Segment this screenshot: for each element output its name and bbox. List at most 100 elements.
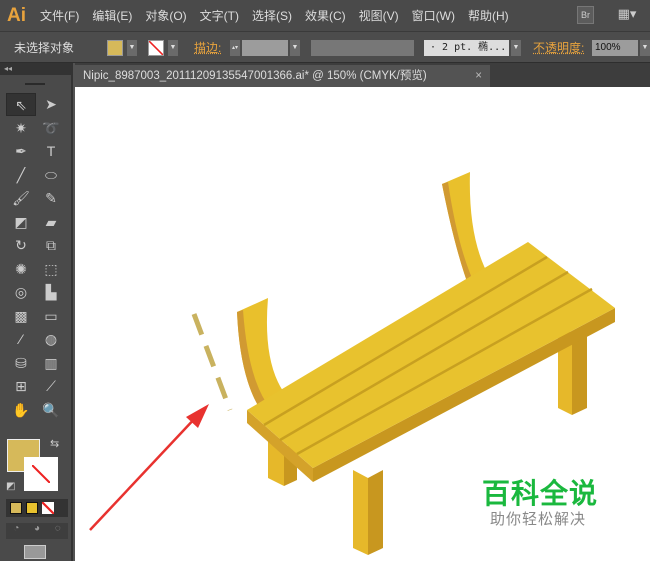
swap-colors-icon[interactable]: ⇆ bbox=[50, 437, 59, 450]
panel-grip[interactable] bbox=[25, 83, 45, 85]
mesh-tool[interactable]: ▩ bbox=[6, 305, 36, 328]
shape-builder-icon: ◎ bbox=[14, 284, 28, 300]
magic-wand-icon: ✷ bbox=[15, 119, 27, 136]
magic-wand-tool[interactable]: ✷ bbox=[6, 117, 36, 140]
slice-tool[interactable]: ⟋ bbox=[36, 375, 66, 398]
default-colors-icon[interactable]: ◩ bbox=[6, 481, 15, 492]
stroke-weight-stepper[interactable]: ▴▾ bbox=[230, 40, 240, 56]
selection-status: 未选择对象 bbox=[14, 41, 75, 55]
red-arrow bbox=[89, 414, 199, 531]
bench-leg bbox=[353, 470, 368, 555]
selection-tool[interactable]: ⇖ bbox=[6, 93, 36, 116]
symbol-sprayer-tool[interactable]: ⛁ bbox=[6, 352, 36, 375]
menu-object[interactable]: 对象(O) bbox=[145, 7, 186, 24]
zoom-icon: 🔍 bbox=[42, 401, 60, 418]
pencil-tool[interactable]: ✎ bbox=[36, 187, 66, 210]
menu-type[interactable]: 文字(T) bbox=[200, 7, 239, 24]
watermark-subtitle: 助你轻松解决 bbox=[490, 511, 587, 528]
blend-icon: ◍ bbox=[44, 331, 58, 347]
draw-behind-icon[interactable]: ◕ bbox=[34, 523, 40, 539]
artboard-tool[interactable]: ⊞ bbox=[6, 375, 36, 398]
none-button[interactable] bbox=[42, 502, 54, 514]
dashed-path[interactable] bbox=[191, 313, 233, 411]
warp-icon: ✺ bbox=[15, 260, 27, 277]
opacity-input[interactable]: 100% bbox=[592, 40, 638, 56]
draw-normal-icon[interactable]: ◔ bbox=[13, 523, 19, 539]
watermark-title: 百科全说 bbox=[482, 478, 599, 509]
menu-file[interactable]: 文件(F) bbox=[40, 7, 79, 24]
ellipse-icon: ⬭ bbox=[45, 166, 57, 183]
close-tab-icon[interactable]: × bbox=[475, 65, 482, 87]
stroke-dropdown[interactable]: ▼ bbox=[168, 40, 178, 56]
type-icon: T bbox=[46, 143, 56, 159]
pen-icon: ✒ bbox=[15, 143, 27, 159]
menu-select[interactable]: 选择(S) bbox=[252, 7, 292, 24]
stroke-label[interactable]: 描边: bbox=[194, 39, 221, 56]
warp-tool[interactable]: ✺ bbox=[6, 258, 36, 281]
control-panel: 未选择对象 ▼ ▼ 描边: ▴▾ ▼ · 2 pt. 椭... ▼ 不透明度: … bbox=[0, 31, 650, 63]
brush-definition[interactable]: · 2 pt. 椭... bbox=[424, 40, 509, 56]
lasso-tool[interactable]: ➰ bbox=[36, 117, 66, 140]
selection-icon: ⇖ bbox=[15, 97, 27, 113]
blob-brush-icon: ◩ bbox=[14, 213, 28, 230]
mesh-icon: ▩ bbox=[14, 307, 28, 324]
opacity-label[interactable]: 不透明度: bbox=[533, 39, 584, 56]
menu-view[interactable]: 视图(V) bbox=[359, 7, 399, 24]
pen-tool[interactable]: ✒ bbox=[6, 140, 36, 163]
screen-mode-icon[interactable] bbox=[24, 545, 46, 559]
eyedropper-tool[interactable]: ⁄ bbox=[6, 328, 36, 351]
collapse-panel-button[interactable]: ◂◂ bbox=[0, 63, 71, 75]
menu-edit[interactable]: 编辑(E) bbox=[92, 7, 132, 24]
opacity-dropdown[interactable]: ▼ bbox=[640, 40, 650, 56]
brush-dropdown[interactable]: ▼ bbox=[511, 40, 521, 56]
stroke-weight-input[interactable] bbox=[242, 40, 288, 56]
rotate-tool[interactable]: ↻ bbox=[6, 234, 36, 257]
direct-selection-tool[interactable]: ➤ bbox=[36, 93, 66, 116]
stroke-weight-dropdown[interactable]: ▼ bbox=[290, 40, 300, 56]
column-graph-icon: ▥ bbox=[44, 354, 58, 371]
perspective-grid-tool[interactable]: ▙ bbox=[36, 281, 66, 304]
bridge-button[interactable]: Br bbox=[577, 6, 594, 24]
variable-width-profile[interactable] bbox=[311, 40, 414, 56]
scale-icon: ⧉ bbox=[46, 237, 56, 253]
blob-brush-tool[interactable]: ◩ bbox=[6, 211, 36, 234]
blend-tool[interactable]: ◍ bbox=[36, 328, 66, 351]
fill-dropdown[interactable]: ▼ bbox=[127, 40, 137, 56]
hand-tool[interactable]: ✋ bbox=[6, 399, 36, 422]
tools-panel: ◂◂ ⇖ ➤ ✷ ➰ ✒ T ╱ ⬭ 🖌 ✎ ◩ ▰ ↻ ⧉ ✺ ⬚ ◎ ▙ ▩ ▭ ⁄ ◍ ⛁ ▥ ⊞ ⟋ ✋ 🔍 ⇆ ◩ ◔ ◕ ◌ bbox=[0, 63, 73, 561]
slice-icon: ⟋ bbox=[46, 378, 56, 394]
draw-mode-buttons: ◔ ◕ ◌ bbox=[6, 523, 68, 539]
eraser-tool[interactable]: ▰ bbox=[36, 211, 66, 234]
fill-swatch[interactable] bbox=[107, 40, 123, 56]
menu-window[interactable]: 窗口(W) bbox=[412, 7, 455, 24]
artboard-icon: ⊞ bbox=[15, 378, 27, 394]
draw-inside-icon[interactable]: ◌ bbox=[55, 523, 61, 539]
scale-tool[interactable]: ⧉ bbox=[36, 234, 66, 257]
color-button[interactable] bbox=[10, 502, 22, 514]
paintbrush-tool[interactable]: 🖌 bbox=[6, 187, 36, 210]
gradient-button[interactable] bbox=[26, 502, 38, 514]
zoom-tool[interactable]: 🔍 bbox=[36, 399, 66, 422]
menu-bar: Ai 文件(F) 编辑(E) 对象(O) 文字(T) 选择(S) 效果(C) 视… bbox=[0, 0, 650, 31]
line-tool[interactable]: ╱ bbox=[6, 164, 36, 187]
symbol-sprayer-icon: ⛁ bbox=[15, 354, 27, 371]
hand-icon: ✋ bbox=[12, 401, 30, 418]
workspace-switcher[interactable]: ▦▾ bbox=[612, 6, 642, 24]
stroke-swatch[interactable] bbox=[148, 40, 164, 56]
type-tool[interactable]: T bbox=[36, 140, 66, 163]
column-graph-tool[interactable]: ▥ bbox=[36, 352, 66, 375]
gradient-icon: ▭ bbox=[44, 307, 58, 324]
free-transform-icon: ⬚ bbox=[44, 260, 58, 277]
menu-help[interactable]: 帮助(H) bbox=[468, 7, 509, 24]
free-transform-tool[interactable]: ⬚ bbox=[36, 258, 66, 281]
menu-effect[interactable]: 效果(C) bbox=[305, 7, 346, 24]
shape-builder-tool[interactable]: ◎ bbox=[6, 281, 36, 304]
line-icon: ╱ bbox=[16, 166, 26, 183]
gradient-tool[interactable]: ▭ bbox=[36, 305, 66, 328]
direct-selection-icon: ➤ bbox=[45, 96, 57, 112]
pencil-icon: ✎ bbox=[45, 190, 57, 206]
document-tab[interactable]: Nipic_8987003_20111209135547001366.ai* @… bbox=[75, 65, 490, 87]
stroke-color-box[interactable] bbox=[24, 457, 58, 491]
ellipse-tool[interactable]: ⬭ bbox=[36, 164, 66, 187]
rotate-icon: ↻ bbox=[15, 237, 27, 253]
